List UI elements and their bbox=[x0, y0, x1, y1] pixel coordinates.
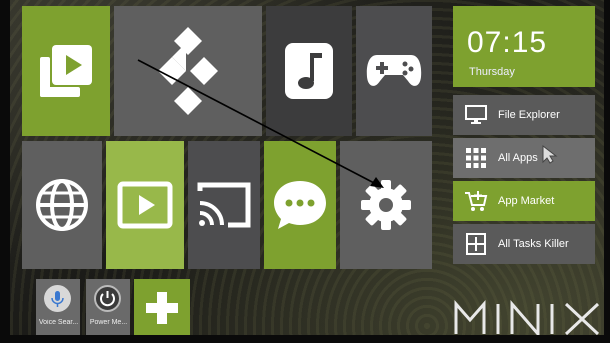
tv-launcher-screen: Voice Sear... Power Me... 07:15 Thursday… bbox=[0, 0, 610, 343]
annotation-arrow bbox=[137, 59, 384, 188]
